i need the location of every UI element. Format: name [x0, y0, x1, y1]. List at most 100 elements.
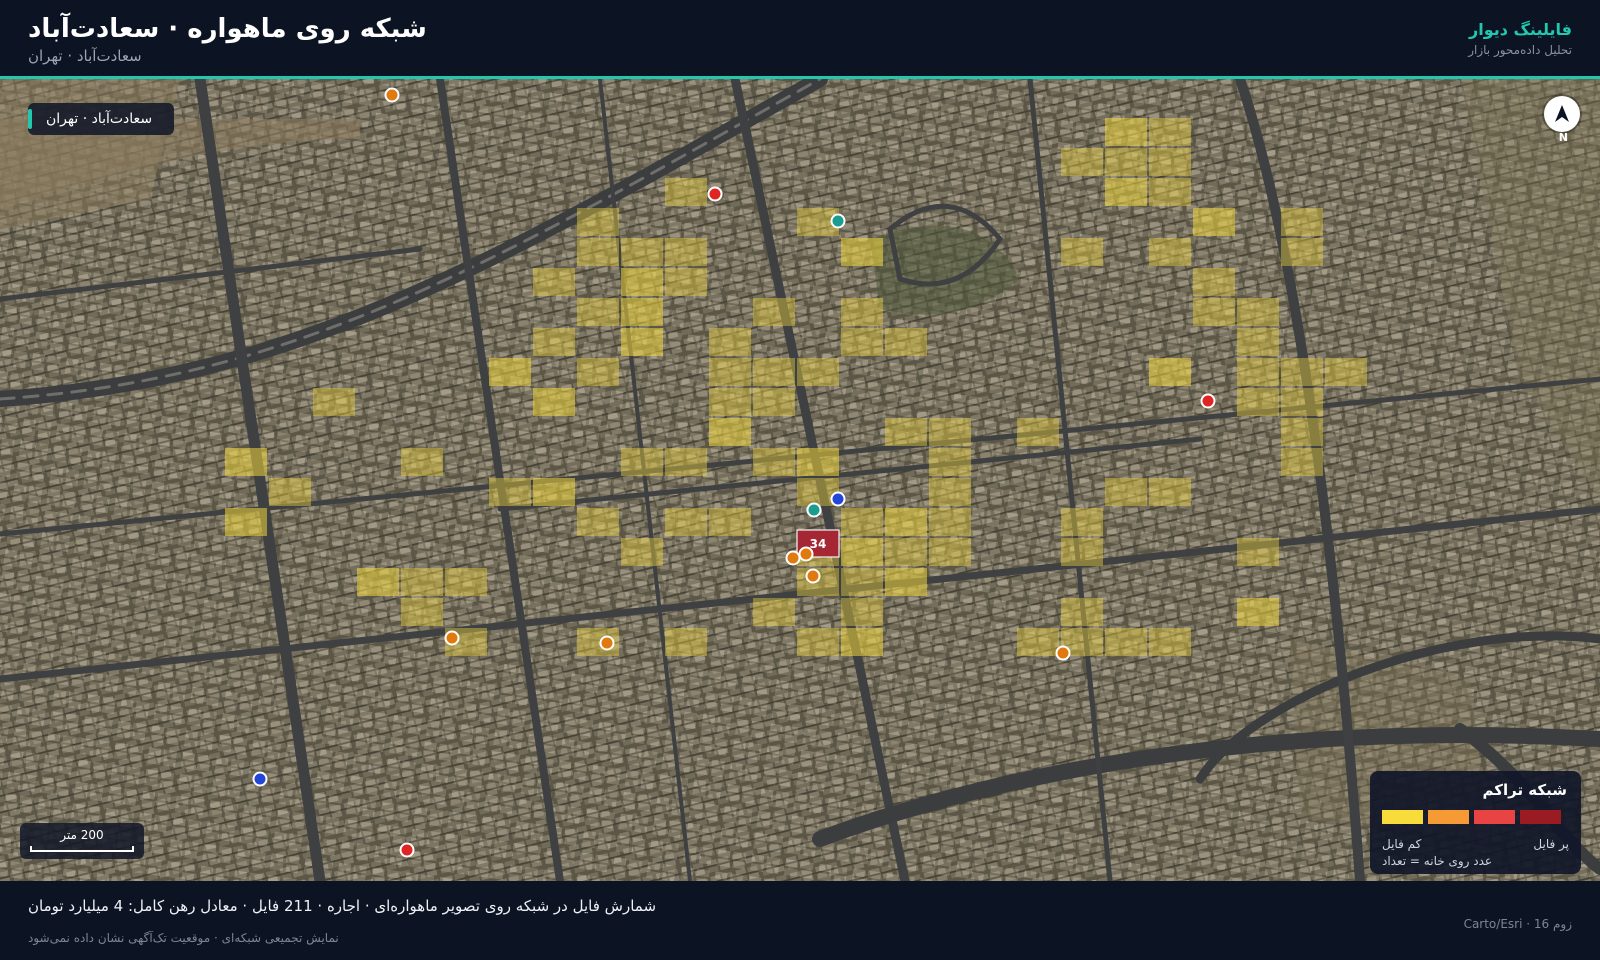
density-cell: [665, 448, 707, 476]
footer: شمارش فایل در شبکه روی تصویر ماهواره‌ای …: [0, 881, 1600, 960]
north-label: N: [1558, 131, 1568, 144]
density-cell: [885, 418, 927, 446]
density-cell: [621, 328, 663, 356]
legend-title: شبکه تراکم: [1482, 781, 1567, 799]
listing-marker[interactable]: [1200, 393, 1216, 409]
listing-marker[interactable]: [830, 491, 846, 507]
density-cell: [1237, 298, 1279, 326]
density-cell: [841, 628, 883, 656]
listing-marker[interactable]: [599, 635, 615, 651]
density-cell: [489, 358, 531, 386]
density-cell: [313, 388, 355, 416]
density-cell: [1237, 328, 1279, 356]
density-cell: [929, 418, 971, 446]
listing-marker[interactable]: [384, 87, 400, 103]
density-cell: [841, 238, 883, 266]
listing-marker[interactable]: [830, 213, 846, 229]
density-cell: [709, 508, 751, 536]
density-cell: [1105, 118, 1147, 146]
density-cell: [577, 238, 619, 266]
density-legend: شبکه تراکم کم فایل پر فایل عدد روی خانه …: [1370, 771, 1581, 874]
density-cell: [1237, 358, 1279, 386]
density-cell: [929, 538, 971, 566]
density-cell: [621, 448, 663, 476]
brand-name: فایلینگ دیوار: [1469, 20, 1572, 39]
density-cell: [841, 298, 883, 326]
density-cell: [445, 568, 487, 596]
density-cell: [1105, 628, 1147, 656]
legend-low-label: کم فایل: [1382, 837, 1422, 851]
density-cell: [841, 538, 883, 566]
footer-note: نمایش تجمیعی شبکه‌ای · موقعیت تک‌آگهی نش…: [28, 931, 339, 945]
density-cell: [577, 298, 619, 326]
area-chip-accent: [28, 109, 32, 129]
density-cell: [533, 328, 575, 356]
density-cell: [929, 508, 971, 536]
density-cell: [1061, 238, 1103, 266]
density-cell: [1281, 208, 1323, 236]
scale-line: [30, 846, 134, 852]
map-canvas[interactable]: 34: [0, 79, 1600, 881]
header: شبکه روی ماهواره · سعادت‌آباد سعادت‌آباد…: [0, 0, 1600, 76]
density-cell: [1105, 478, 1147, 506]
listing-marker[interactable]: [806, 502, 822, 518]
scale-bar: 200 متر: [20, 823, 144, 859]
density-cell: [665, 628, 707, 656]
density-cell: [1105, 178, 1147, 206]
density-cell: [357, 568, 399, 596]
listing-marker[interactable]: [785, 550, 801, 566]
density-cell: [1061, 148, 1103, 176]
density-cell: [709, 418, 751, 446]
density-cell: [1149, 628, 1191, 656]
density-cell: [1193, 298, 1235, 326]
density-cell: [709, 388, 751, 416]
north-arrow-button[interactable]: [1544, 96, 1580, 132]
density-cell: [1149, 178, 1191, 206]
density-cell: [1061, 538, 1103, 566]
satellite-map[interactable]: 34: [0, 79, 1600, 881]
area-chip: سعادت‌آباد · تهران: [28, 103, 175, 135]
density-cell: [621, 268, 663, 296]
density-cell: [665, 178, 707, 206]
density-cell: [1281, 238, 1323, 266]
listing-marker[interactable]: [798, 546, 814, 562]
density-cell: [1237, 538, 1279, 566]
density-cell: [753, 598, 795, 626]
density-cell: [797, 628, 839, 656]
density-cell: [577, 508, 619, 536]
density-cell: [1061, 598, 1103, 626]
density-cell: [665, 508, 707, 536]
listing-marker[interactable]: [707, 186, 723, 202]
density-cell: [1149, 238, 1191, 266]
listing-marker[interactable]: [399, 842, 415, 858]
density-cell: [269, 478, 311, 506]
density-cell: [841, 568, 883, 596]
density-cell: [1149, 118, 1191, 146]
page-subtitle: سعادت‌آباد · تهران: [28, 47, 142, 65]
density-cell: [401, 448, 443, 476]
density-cell: [1193, 208, 1235, 236]
density-cell: [1237, 388, 1279, 416]
density-cell: [225, 448, 267, 476]
density-cell: [885, 328, 927, 356]
density-cell: [753, 448, 795, 476]
listing-marker[interactable]: [1055, 645, 1071, 661]
density-cell: [1281, 358, 1323, 386]
density-cell: [1325, 358, 1367, 386]
listing-marker[interactable]: [805, 568, 821, 584]
listing-marker[interactable]: [444, 630, 460, 646]
density-cell: [929, 478, 971, 506]
density-cell: [885, 538, 927, 566]
listing-marker[interactable]: [252, 771, 268, 787]
density-cell: [621, 298, 663, 326]
legend-swatch-3: [1474, 810, 1515, 824]
density-cell: [753, 388, 795, 416]
density-cell: [753, 298, 795, 326]
page-title: شبکه روی ماهواره · سعادت‌آباد: [28, 14, 427, 44]
density-cell: [753, 358, 795, 386]
density-cell: [797, 358, 839, 386]
density-cell: [401, 568, 443, 596]
density-cell: [797, 448, 839, 476]
density-cell: [577, 358, 619, 386]
area-chip-label: سعادت‌آباد · تهران: [46, 111, 153, 127]
